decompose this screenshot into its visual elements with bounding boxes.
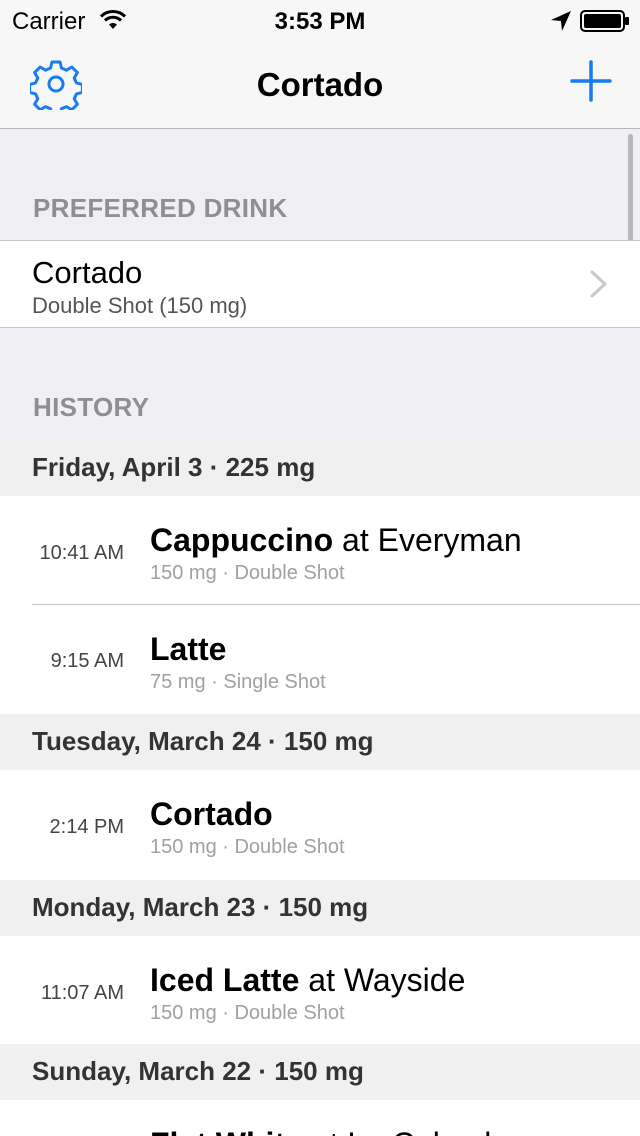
entry-time: 2:14 PM: [49, 816, 124, 838]
entry-title: Latte: [150, 631, 226, 668]
preferred-drink-name: Cortado: [32, 255, 143, 290]
day-header: Sunday, March 22 · 150 mg: [0, 1044, 640, 1100]
day-header-label: Monday, March 23 · 150 mg: [32, 892, 369, 922]
page-title: Cortado: [256, 66, 384, 103]
day-header-label: Tuesday, March 24 · 150 mg: [32, 726, 374, 756]
history-entry[interactable]: 9:15 AM Latte 75 mg · Single Shot: [0, 605, 640, 714]
navigation-bar: Carrier 3:53 PM Cortado: [0, 0, 640, 129]
status-bar: Carrier 3:53 PM: [0, 0, 640, 40]
history-entry[interactable]: 10:41 AM Cappuccino at Everyman 150 mg ·…: [0, 496, 640, 604]
entry-drink: Cortado: [150, 796, 273, 832]
preferred-drink-section-header: PREFERRED DRINK: [33, 193, 288, 223]
entry-title: Iced Latte at Wayside: [150, 962, 465, 999]
day-group: 10:41 AM Cappuccino at Everyman 150 mg ·…: [0, 496, 640, 714]
entry-drink: Latte: [150, 631, 227, 667]
entry-drink: Iced Latte: [150, 962, 300, 998]
entry-time: 10:41 AM: [39, 542, 124, 564]
preferred-drink-detail: Double Shot (150 mg): [32, 293, 248, 318]
entry-drink: Cappuccino: [150, 522, 334, 558]
day-header-label: Sunday, March 22 · 150 mg: [32, 1056, 364, 1086]
preferred-drink-cell[interactable]: Cortado Double Shot (150 mg): [0, 240, 640, 328]
entry-title: Flat White at La Colombe: [150, 1126, 520, 1136]
entry-detail: 150 mg · Double Shot: [150, 562, 345, 584]
entry-detail: 150 mg · Double Shot: [150, 1002, 345, 1024]
entry-place: at Wayside: [299, 962, 466, 998]
entry-detail: 150 mg · Double Shot: [150, 836, 345, 858]
history-entry[interactable]: 11:07 AM Iced Latte at Wayside 150 mg · …: [0, 936, 640, 1044]
history-entry[interactable]: 2:14 PM Cortado 150 mg · Double Shot: [0, 770, 640, 880]
day-header-label: Friday, April 3 · 225 mg: [32, 452, 316, 482]
entry-drink: Flat White: [150, 1126, 303, 1136]
day-header: Tuesday, March 24 · 150 mg: [0, 714, 640, 770]
entry-time: 11:07 AM: [40, 982, 124, 1004]
entry-place: at La Colombe: [303, 1126, 520, 1136]
entry-title: Cortado: [150, 796, 273, 833]
day-header: Friday, April 3 · 225 mg: [0, 440, 640, 496]
status-time: 3:53 PM: [274, 8, 366, 35]
location-arrow-icon: [551, 11, 571, 31]
history-entry[interactable]: Flat White at La Colombe: [0, 1100, 640, 1136]
entry-time: 9:15 AM: [50, 650, 124, 672]
day-header: Monday, March 23 · 150 mg: [0, 880, 640, 936]
entry-title: Cappuccino at Everyman: [150, 522, 522, 559]
add-icon[interactable]: [570, 60, 612, 102]
entry-place: at Everyman: [333, 522, 522, 558]
chevron-right-icon: [590, 270, 607, 298]
entry-detail: 75 mg · Single Shot: [150, 671, 326, 693]
battery-icon: [580, 10, 629, 32]
history-section-header: HISTORY: [33, 392, 150, 422]
scroll-indicator[interactable]: [628, 134, 633, 242]
